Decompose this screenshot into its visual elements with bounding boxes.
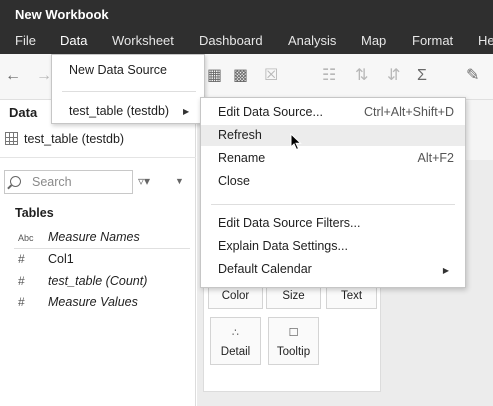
divider: [211, 204, 455, 205]
shortcut-label: Alt+F2: [417, 151, 454, 165]
menu-worksheet[interactable]: Worksheet: [112, 33, 174, 48]
menu-item-test-table[interactable]: test_table (testdb): [69, 104, 169, 118]
duplicate-chart-icon[interactable]: ▩: [233, 68, 248, 84]
search-icon: [10, 176, 21, 187]
menu-bar: File Data Worksheet Dashboard Analysis M…: [0, 27, 493, 54]
tables-header: Tables: [15, 206, 54, 220]
menu-item-explain-data-settings[interactable]: Explain Data Settings...: [201, 236, 465, 257]
clear-sheet-icon[interactable]: ☒: [264, 68, 278, 84]
data-pane: Data test_table (testdb) Search ▿▾ ▼ Tab…: [0, 100, 196, 406]
number-type-icon: #: [18, 295, 25, 309]
divider: [0, 157, 196, 158]
highlight-icon[interactable]: ✎: [466, 68, 479, 84]
tooltip-button[interactable]: ☐ Tooltip: [268, 317, 319, 365]
database-icon: [5, 132, 18, 145]
detail-button[interactable]: ∴ Detail: [210, 317, 261, 365]
back-arrow-icon[interactable]: ←: [5, 68, 21, 84]
divider: [14, 248, 190, 249]
data-menu: New Data Source test_table (testdb) ▶: [51, 54, 205, 124]
submenu-arrow-icon: ▶: [183, 107, 190, 116]
totals-icon[interactable]: Σ: [417, 68, 427, 84]
menu-item-rename[interactable]: Rename Alt+F2: [201, 148, 465, 169]
mouse-cursor-icon: [290, 133, 302, 151]
menu-dashboard[interactable]: Dashboard: [199, 33, 263, 48]
detail-icon: ∴: [232, 327, 239, 339]
menu-format[interactable]: Format: [412, 33, 453, 48]
divider: [62, 91, 196, 92]
data-source-item[interactable]: test_table (testdb): [5, 132, 124, 146]
menu-item-default-calendar[interactable]: Default Calendar ▶: [201, 259, 465, 280]
number-type-icon: #: [18, 252, 25, 266]
sort-ascending-icon[interactable]: ⇅: [355, 68, 368, 84]
group-icon[interactable]: ☷: [322, 68, 336, 84]
data-source-submenu: Edit Data Source... Ctrl+Alt+Shift+D Ref…: [200, 97, 466, 288]
search-input[interactable]: Search: [4, 170, 133, 194]
menu-item-new-data-source[interactable]: New Data Source: [69, 63, 167, 77]
data-source-label: test_table (testdb): [24, 132, 125, 146]
menu-item-refresh[interactable]: Refresh: [201, 125, 465, 146]
menu-file[interactable]: File: [15, 33, 36, 48]
field-measure-names[interactable]: Abc Measure Names: [18, 230, 140, 244]
menu-map[interactable]: Map: [361, 33, 386, 48]
submenu-arrow-icon: ▶: [442, 266, 449, 275]
sort-descending-icon[interactable]: ⇵: [387, 68, 400, 84]
menu-data[interactable]: Data: [60, 33, 87, 48]
search-placeholder: Search: [32, 175, 72, 189]
menu-item-edit-data-source[interactable]: Edit Data Source... Ctrl+Alt+Shift+D: [201, 102, 465, 123]
menu-analysis[interactable]: Analysis: [288, 33, 336, 48]
chevron-down-icon[interactable]: ▼: [175, 176, 184, 186]
menu-help[interactable]: He: [478, 33, 493, 48]
shortcut-label: Ctrl+Alt+Shift+D: [364, 105, 454, 119]
pane-title: Data: [9, 105, 38, 120]
forward-arrow-icon[interactable]: →: [36, 68, 52, 84]
field-test-table-count[interactable]: # test_table (Count): [18, 274, 147, 288]
string-type-icon: Abc: [18, 233, 34, 243]
menu-item-close[interactable]: Close: [201, 171, 465, 192]
number-type-icon: #: [18, 274, 25, 288]
marks-card: Color Size Text ∴ Detail ☐ Tooltip: [203, 281, 381, 392]
field-col1[interactable]: # Col1: [18, 252, 74, 266]
menu-item-edit-data-source-filters[interactable]: Edit Data Source Filters...: [201, 213, 465, 234]
new-worksheet-icon[interactable]: ▦: [207, 68, 222, 84]
field-measure-values[interactable]: # Measure Values: [18, 295, 138, 309]
window-title: New Workbook: [0, 0, 493, 27]
filter-icon[interactable]: ▿▾: [138, 174, 150, 188]
tooltip-icon: ☐: [288, 327, 299, 339]
